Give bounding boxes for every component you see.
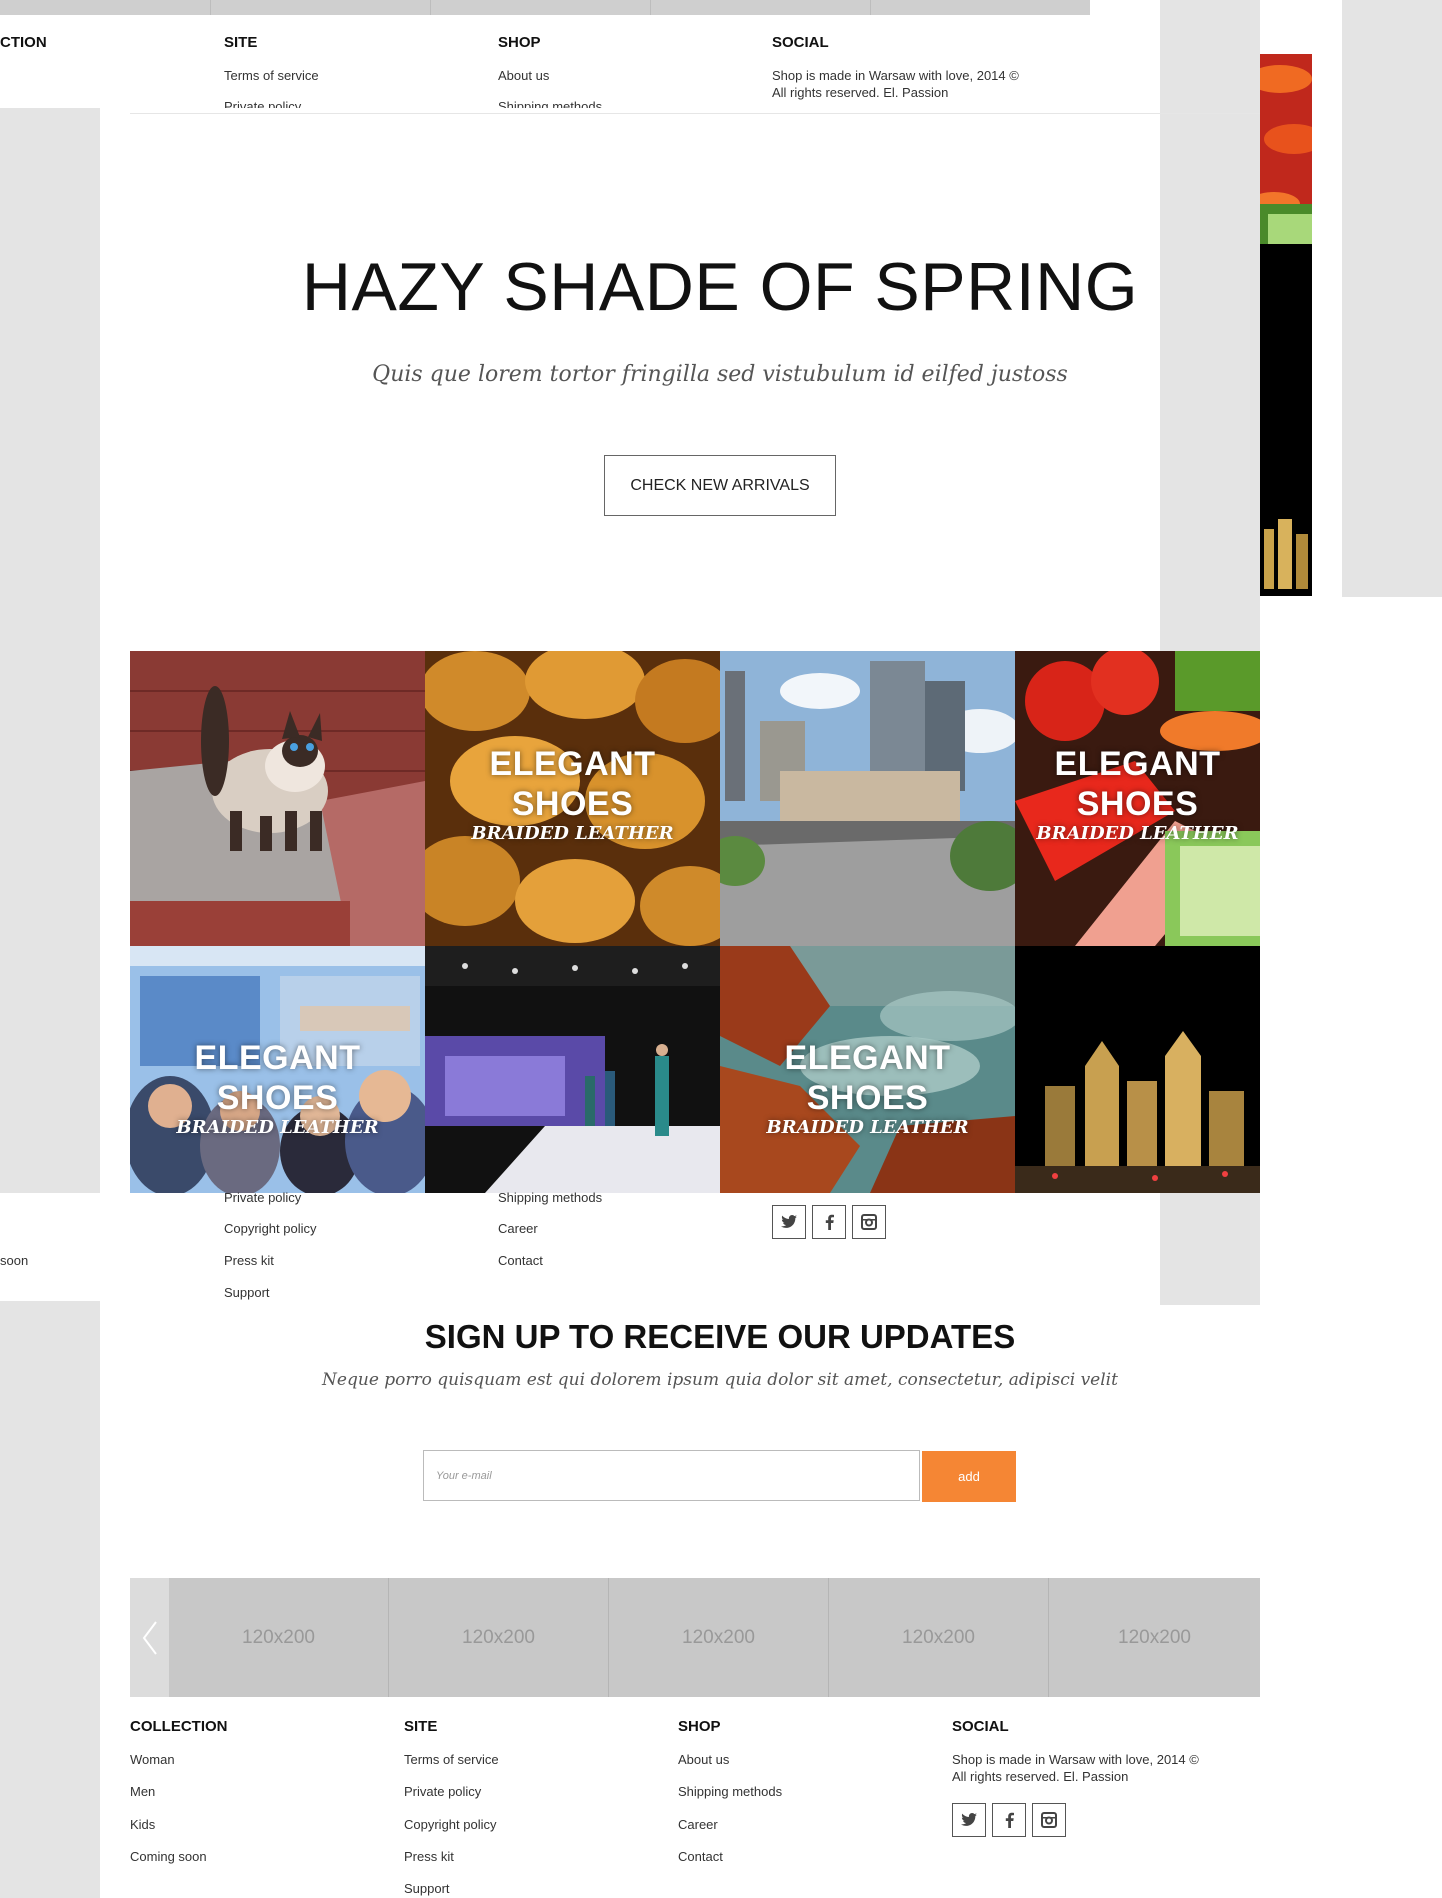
facebook-icon[interactable] [812, 1205, 846, 1239]
footer-link-shipping[interactable]: Shipping methods [498, 1190, 602, 1205]
grid-tile-bread[interactable]: ELEGANT SHOES BRAIDED LEATHER [425, 651, 720, 946]
footer-social-text: Shop is made in Warsaw with love, 2014 © [952, 1752, 1199, 1767]
thumbnail-carousel: 120x200 120x200 120x200 120x200 120x200 [130, 1578, 1260, 1697]
twitter-icon[interactable] [952, 1803, 986, 1837]
grid-tile-runway[interactable] [425, 946, 720, 1193]
tile-caption: ELEGANT SHOES BRAIDED LEATHER [130, 1038, 425, 1138]
footer-site-heading: SITE [224, 34, 258, 51]
page-background-right-outer [1342, 0, 1442, 597]
tile-subtitle: BRAIDED LEATHER [1036, 823, 1239, 844]
add-button[interactable]: add [922, 1451, 1016, 1502]
footer-link-support[interactable]: Support [224, 1285, 270, 1300]
grid-tile-people[interactable]: ELEGANT SHOES BRAIDED LEATHER [130, 946, 425, 1193]
facebook-icon[interactable] [992, 1803, 1026, 1837]
carousel-item[interactable]: 120x200 [389, 1578, 609, 1697]
twitter-icon[interactable] [772, 1205, 806, 1239]
footer-link-shipping[interactable]: Shipping methods [498, 99, 602, 108]
footer-link-men[interactable]: Men [130, 1784, 155, 1799]
tile-caption: ELEGANT SHOES BRAIDED LEATHER [720, 1038, 1015, 1138]
footer-link-kids[interactable]: Kids [130, 1817, 155, 1832]
carousel-item[interactable]: 120x200 [829, 1578, 1049, 1697]
divider [130, 113, 1260, 114]
footer-site-heading: SITE [404, 1718, 438, 1735]
mid-footer-fragment: soon Private policy Copyright policy Pre… [0, 1190, 1160, 1301]
carousel-item[interactable]: 120x200 [1049, 1578, 1260, 1697]
footer-social-text: Shop is made in Warsaw with love, 2014 © [772, 68, 1019, 83]
footer-link-privacy[interactable]: Private policy [404, 1784, 481, 1799]
signup-title: SIGN UP TO RECEIVE OUR UPDATES [424, 1318, 1016, 1355]
tile-subtitle: BRAIDED LEATHER [176, 1117, 379, 1138]
chevron-left-icon[interactable] [130, 1578, 169, 1697]
signup-subtitle: Neque porro quisquam est qui dolorem ips… [322, 1370, 1118, 1390]
footer-link-coming-soon[interactable]: soon [0, 1253, 28, 1268]
carousel-item[interactable]: 120x200 [169, 1578, 389, 1697]
tile-caption: ELEGANT SHOES BRAIDED LEATHER [425, 744, 720, 844]
footer-link-career[interactable]: Career [678, 1817, 718, 1832]
footer-link-career[interactable]: Career [498, 1221, 538, 1236]
grid-tile-city[interactable] [720, 651, 1015, 946]
footer-social-heading: SOCIAL [952, 1718, 1009, 1735]
footer-link-about[interactable]: About us [678, 1752, 729, 1767]
tile-title: ELEGANT SHOES [784, 1039, 951, 1117]
footer-link-coming-soon[interactable]: Coming soon [130, 1849, 207, 1864]
footer-shop-heading: SHOP [498, 34, 541, 51]
footer-link-copyright[interactable]: Copyright policy [224, 1221, 317, 1236]
footer-collection-heading: CTION [0, 34, 47, 51]
footer-social-heading: SOCIAL [772, 34, 829, 51]
grid-tile-cat[interactable] [130, 651, 425, 946]
footer-social-rights: All rights reserved. El. Passion [952, 1769, 1129, 1784]
tile-subtitle: BRAIDED LEATHER [766, 1117, 969, 1138]
check-new-arrivals-button[interactable]: CHECK NEW ARRIVALS [604, 455, 836, 516]
email-input[interactable] [423, 1450, 920, 1501]
footer-link-contact[interactable]: Contact [498, 1253, 543, 1268]
footer-link-shipping[interactable]: Shipping methods [678, 1784, 782, 1799]
top-carousel-fragment [0, 0, 1090, 15]
footer-link-terms[interactable]: Terms of service [224, 68, 319, 83]
footer-collection-heading: COLLECTION [130, 1718, 228, 1735]
footer-link-privacy[interactable]: Private policy [224, 99, 301, 108]
page-background-left [0, 0, 100, 1898]
hero-subtitle: Quis que lorem tortor fringilla sed vist… [372, 362, 1068, 387]
footer-link-press[interactable]: Press kit [224, 1253, 274, 1268]
tile-title: ELEGANT SHOES [489, 745, 656, 823]
footer-link-press[interactable]: Press kit [404, 1849, 454, 1864]
tile-subtitle: BRAIDED LEATHER [471, 823, 674, 844]
footer-link-contact[interactable]: Contact [678, 1849, 723, 1864]
carousel-item[interactable]: 120x200 [609, 1578, 829, 1697]
hero-title: HAZY SHADE OF SPRING [301, 249, 1139, 325]
grid-tile-vegetables[interactable]: ELEGANT SHOES BRAIDED LEATHER [1015, 651, 1260, 946]
tile-title: ELEGANT SHOES [194, 1039, 361, 1117]
footer-shop-heading: SHOP [678, 1718, 721, 1735]
page-background-right [1160, 1193, 1260, 1301]
footer-link-copyright[interactable]: Copyright policy [404, 1817, 497, 1832]
footer-link-support[interactable]: Support [404, 1881, 450, 1896]
grid-tile-night-city[interactable] [1015, 946, 1260, 1193]
tile-title: ELEGANT SHOES [1054, 745, 1221, 823]
instagram-icon[interactable] [852, 1205, 886, 1239]
instagram-icon[interactable] [1032, 1803, 1066, 1837]
footer-link-about[interactable]: About us [498, 68, 549, 83]
footer-link-woman[interactable]: Woman [130, 1752, 175, 1767]
footer-link-terms[interactable]: Terms of service [404, 1752, 499, 1767]
footer-social-rights: All rights reserved. El. Passion [772, 85, 949, 100]
photo-grid: ELEGANT SHOES BRAIDED LEATHER ELEGANT SH… [130, 651, 1260, 1193]
tile-caption: ELEGANT SHOES BRAIDED LEATHER [1015, 744, 1260, 844]
grid-tile-coast[interactable]: ELEGANT SHOES BRAIDED LEATHER [720, 946, 1015, 1193]
top-footer-fragment: CTION SITE Terms of service Private poli… [0, 0, 1130, 108]
footer-link-privacy[interactable]: Private policy [224, 1190, 301, 1205]
